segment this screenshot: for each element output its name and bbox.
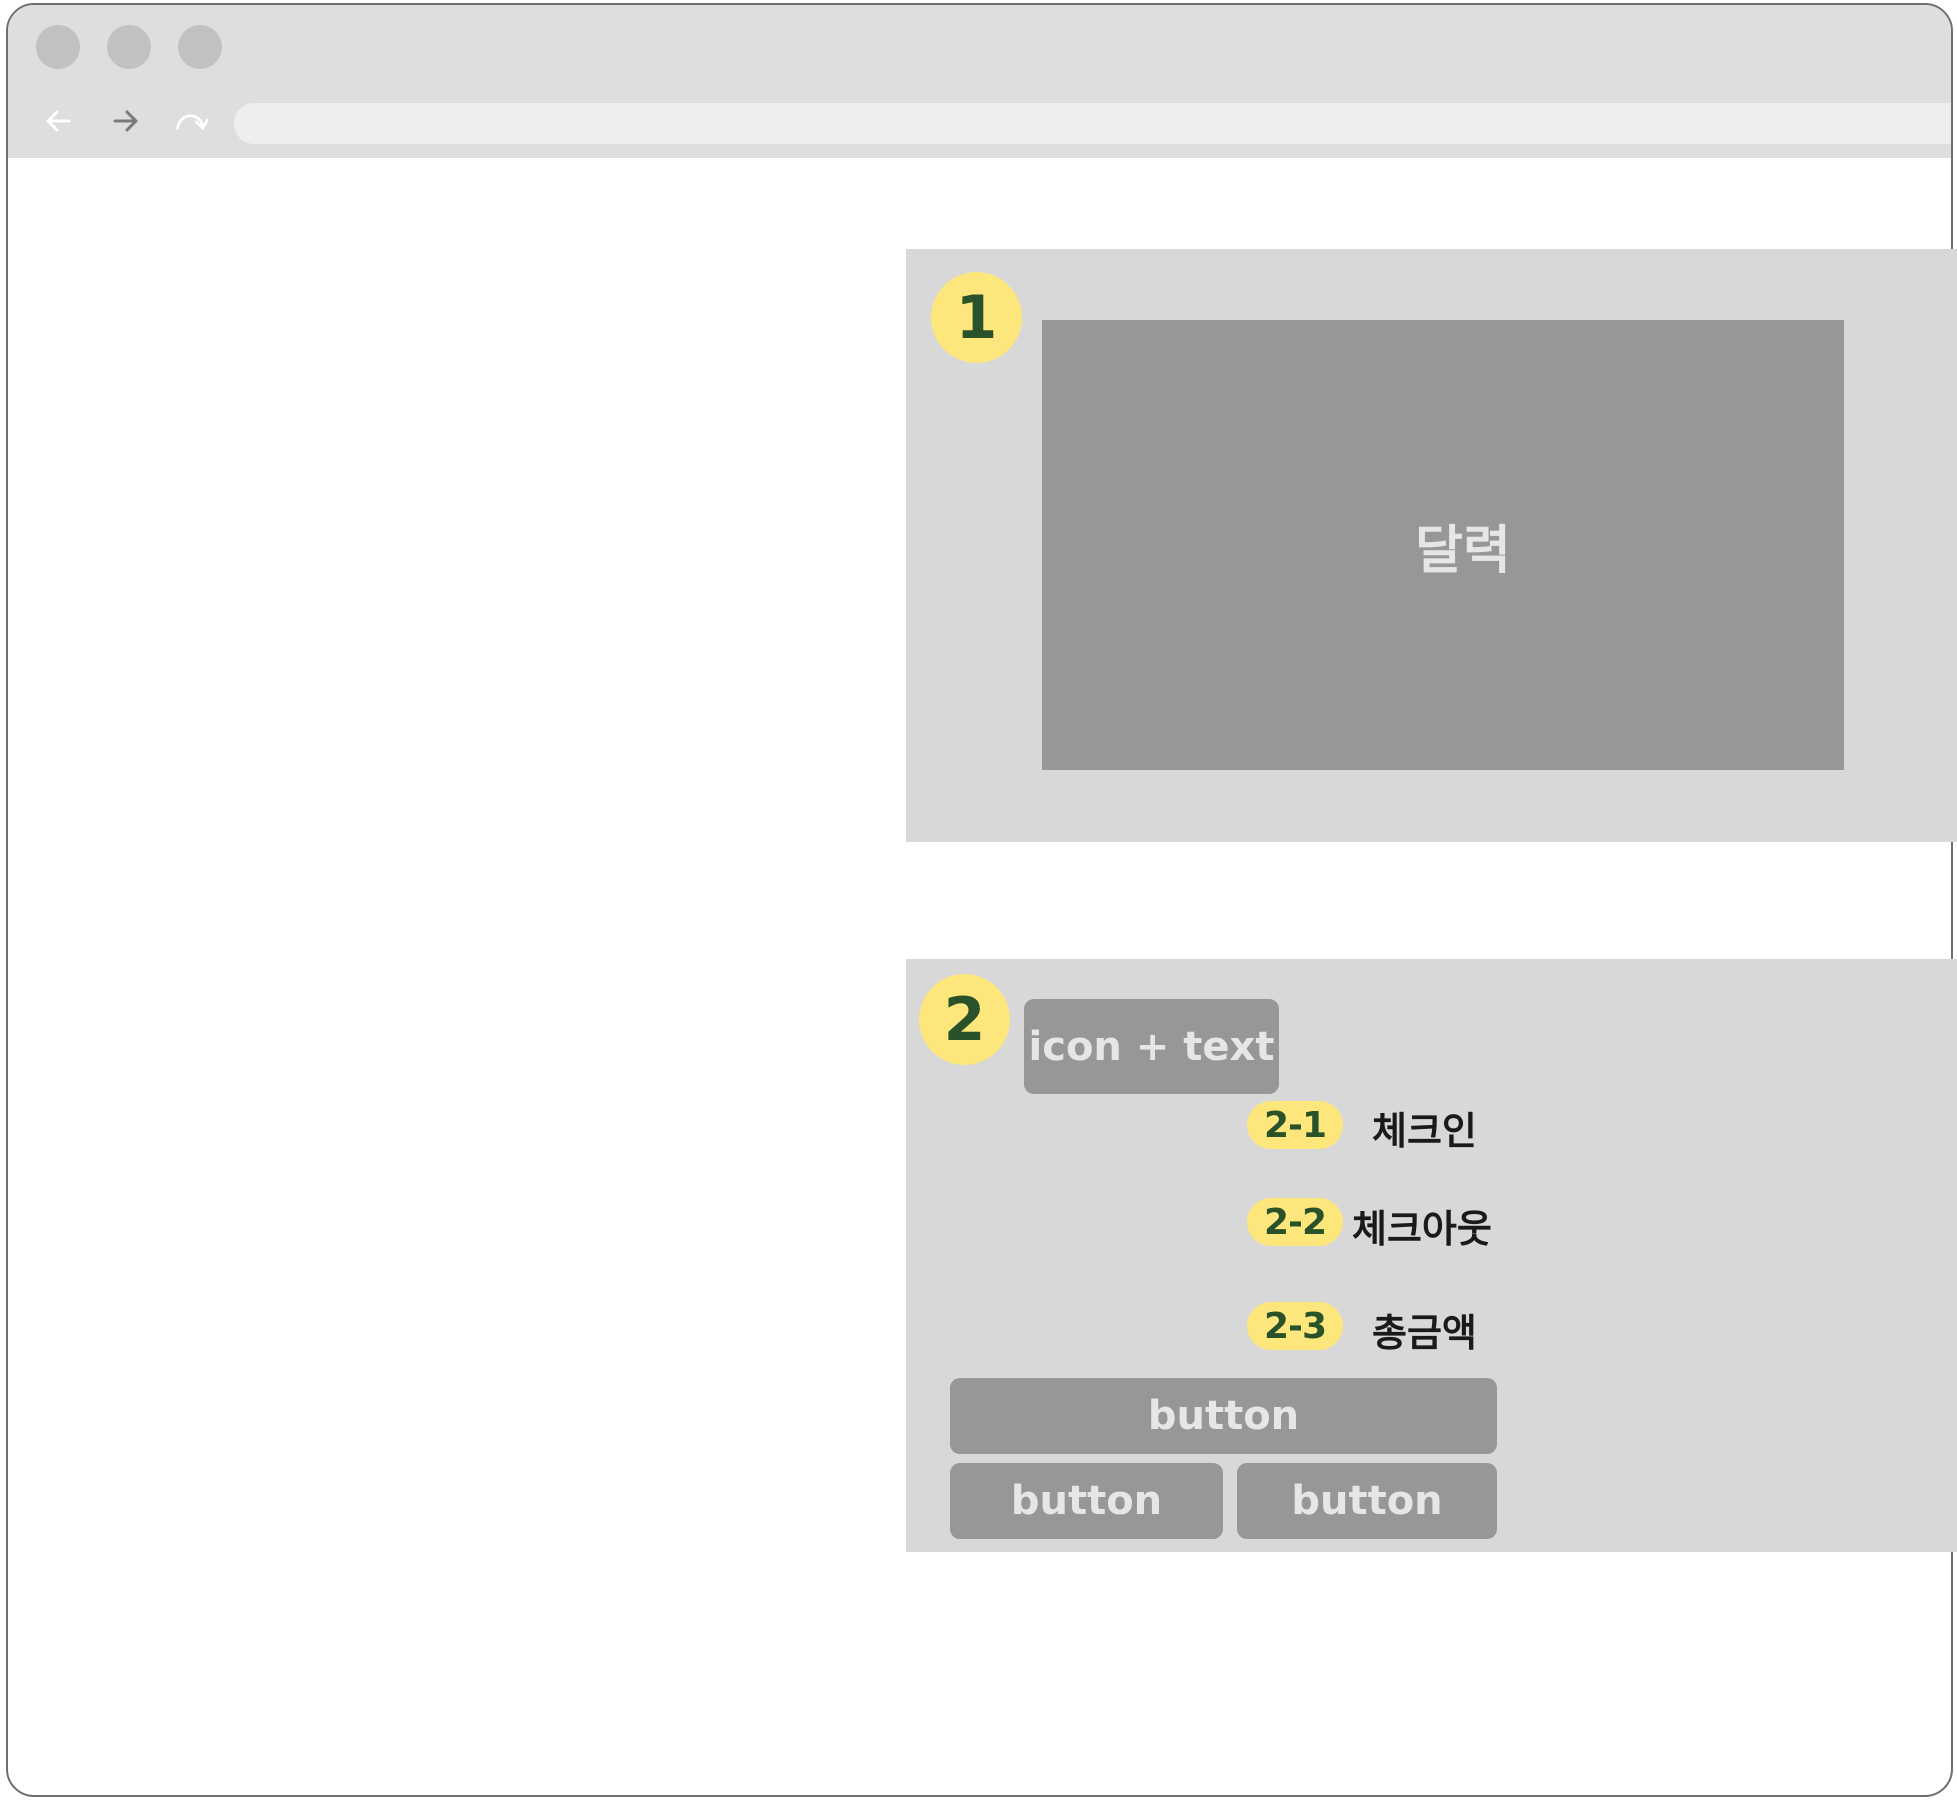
section-number-badge: 2 — [919, 974, 1010, 1065]
calendar-label: 달력 — [1415, 520, 1511, 581]
icon-text-placeholder[interactable]: icon + text — [1024, 999, 1279, 1094]
primary-button[interactable]: button — [950, 1378, 1497, 1454]
item-number-badge: 2-1 — [1247, 1101, 1343, 1149]
calendar-placeholder[interactable]: 달력 — [1042, 320, 1844, 770]
window-minimize-dot[interactable] — [107, 25, 151, 69]
window-close-dot[interactable] — [36, 25, 80, 69]
address-bar[interactable] — [234, 103, 1951, 144]
item-number-badge: 2-2 — [1247, 1198, 1343, 1246]
total-amount-label: 총금액 — [1372, 1311, 1477, 1355]
window-maximize-dot[interactable] — [178, 25, 222, 69]
arrow-right-icon[interactable] — [107, 103, 143, 139]
reload-icon[interactable] — [173, 103, 209, 139]
arrow-left-icon[interactable] — [41, 103, 77, 139]
item-number-badge: 2-3 — [1247, 1302, 1343, 1350]
secondary-button-left[interactable]: button — [950, 1463, 1223, 1539]
checkout-label: 체크아웃 — [1352, 1207, 1492, 1251]
section-number-badge: 1 — [931, 272, 1022, 363]
browser-toolbar — [8, 5, 1951, 158]
secondary-button-right[interactable]: button — [1237, 1463, 1497, 1539]
checkin-label: 체크인 — [1372, 1109, 1477, 1153]
